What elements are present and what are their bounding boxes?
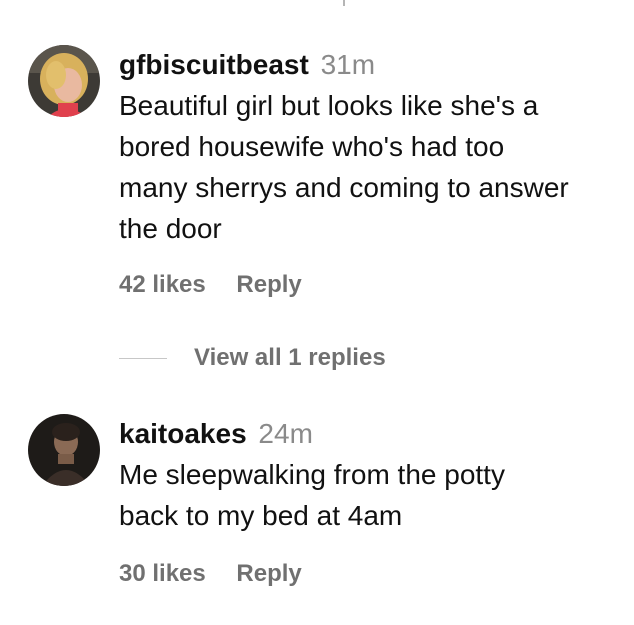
comment-item: kaitoakes 24m Me sleepwalking from the p… [28,414,624,599]
comment-text-line: the door [119,213,222,244]
avatar[interactable] [28,414,100,486]
comment-body: gfbiscuitbeast 31m Beautiful girl but lo… [119,45,624,249]
comment-text-line: Beautiful girl but looks like she's a [119,90,539,121]
comment-actions: 30 likes Reply [119,559,302,589]
reply-button[interactable]: Reply [236,559,301,589]
comment-text-line: Me sleepwalking from the potty [119,459,505,490]
timestamp: 24m [258,418,313,449]
view-replies-label: View all 1 replies [194,344,386,371]
likes-count[interactable]: 42 likes [119,270,206,300]
likes-count[interactable]: 30 likes [119,559,206,589]
view-replies-button[interactable]: View all 1 replies [119,343,386,373]
replies-divider-line [119,357,167,359]
username[interactable]: kaitoakes [119,418,247,449]
reply-button[interactable]: Reply [236,270,301,300]
divider-tick [343,0,345,6]
comment-text-line: back to my bed at 4am [119,500,403,531]
comment-text-line: many sherrys and coming to answer [119,172,569,203]
avatar-photo-icon [28,414,100,486]
comment-header: kaitoakes 24m [119,414,624,454]
comment-header: gfbiscuitbeast 31m [119,45,624,85]
avatar[interactable] [28,45,100,117]
comment-body: kaitoakes 24m Me sleepwalking from the p… [119,414,624,536]
comment-text: Beautiful girl but looks like she's a bo… [119,85,624,249]
comment-actions: 42 likes Reply [119,270,302,300]
username[interactable]: gfbiscuitbeast [119,49,309,80]
comment-text: Me sleepwalking from the potty back to m… [119,454,624,536]
comment-text-line: bored housewife who's had too [119,131,505,162]
avatar-photo-icon [28,45,100,117]
comment-item: gfbiscuitbeast 31m Beautiful girl but lo… [28,45,624,315]
timestamp: 31m [320,49,376,80]
